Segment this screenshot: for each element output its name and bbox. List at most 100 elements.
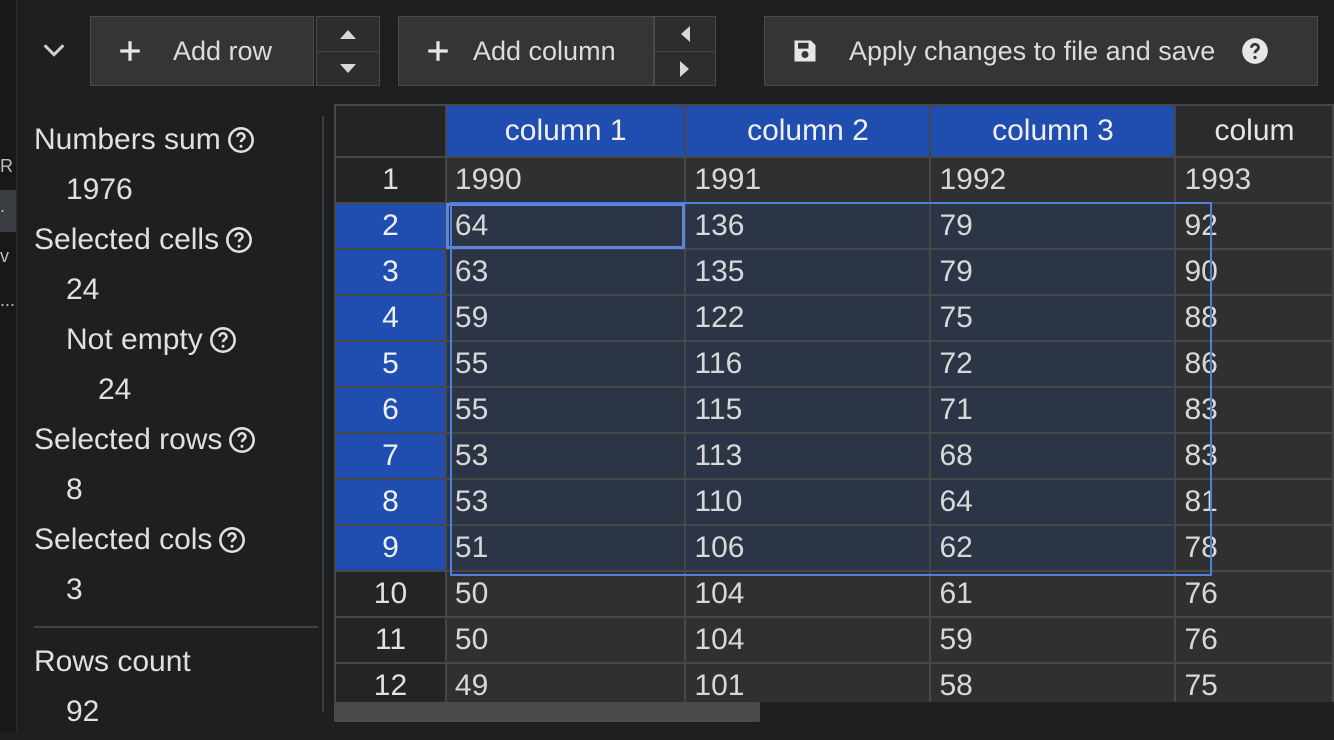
scrollbar-thumb[interactable] (334, 702, 760, 722)
panel-resize-handle[interactable] (322, 116, 324, 712)
table-cell[interactable]: 135 (684, 248, 932, 296)
table-cell[interactable]: 1993 (1174, 156, 1334, 204)
table-cell[interactable]: 58 (929, 662, 1177, 702)
selected-cells-value: 24 (66, 273, 100, 306)
help-icon[interactable] (1241, 37, 1269, 65)
row-header[interactable]: 1 (334, 156, 447, 204)
column-header[interactable]: column 2 (684, 104, 932, 158)
activity-item-label[interactable]: ... (0, 290, 15, 311)
apply-and-save-button[interactable]: Apply changes to file and save (764, 16, 1318, 86)
row-header[interactable]: 6 (334, 386, 447, 434)
table-cell[interactable]: 59 (929, 616, 1177, 664)
table-cell[interactable]: 106 (684, 524, 932, 572)
caret-up-icon (340, 30, 356, 39)
table-cell[interactable]: 101 (684, 662, 932, 702)
table-cell[interactable]: 72 (929, 340, 1177, 388)
help-icon[interactable] (225, 226, 253, 254)
row-header[interactable]: 9 (334, 524, 447, 572)
horizontal-scrollbar[interactable] (334, 702, 1334, 722)
table-cell[interactable]: 61 (929, 570, 1177, 618)
table-cell[interactable]: 88 (1174, 294, 1334, 342)
column-header[interactable]: colum (1174, 104, 1334, 158)
numbers-sum-label-text: Numbers sum (34, 123, 221, 156)
row-header[interactable]: 10 (334, 570, 447, 618)
table-cell[interactable]: 104 (684, 570, 932, 618)
table-cell[interactable]: 86 (1174, 340, 1334, 388)
table-cell[interactable]: 78 (1174, 524, 1334, 572)
table-cell[interactable]: 64 (444, 202, 687, 250)
collapse-toggle-button[interactable] (40, 36, 76, 72)
help-icon[interactable] (227, 126, 255, 154)
table-cell[interactable]: 1990 (444, 156, 687, 204)
table-cell[interactable]: 75 (929, 294, 1177, 342)
table-cell[interactable]: 79 (929, 248, 1177, 296)
row-header[interactable]: 3 (334, 248, 447, 296)
table-cell[interactable]: 50 (444, 616, 687, 664)
table-cell[interactable]: 1992 (929, 156, 1177, 204)
table-cell[interactable]: 68 (929, 432, 1177, 480)
row-header[interactable]: 2 (334, 202, 447, 250)
add-row-button[interactable]: Add row (90, 16, 314, 86)
table-cell[interactable]: 92 (1174, 202, 1334, 250)
table-cell[interactable]: 1991 (684, 156, 932, 204)
column-header[interactable]: column 3 (929, 104, 1177, 158)
table-corner-cell[interactable] (334, 104, 447, 158)
chevron-down-icon (43, 44, 65, 57)
table-cell[interactable]: 63 (444, 248, 687, 296)
add-column-button[interactable]: Add column (398, 16, 654, 86)
table-cell[interactable]: 49 (444, 662, 687, 702)
table-cell[interactable]: 122 (684, 294, 932, 342)
table-cell[interactable]: 81 (1174, 478, 1334, 526)
row-header[interactable]: 11 (334, 616, 447, 664)
table-cell[interactable]: 62 (929, 524, 1177, 572)
row-header[interactable]: 7 (334, 432, 447, 480)
table-cell[interactable]: 83 (1174, 386, 1334, 434)
table-cell[interactable]: 76 (1174, 570, 1334, 618)
table-cell[interactable]: 110 (684, 478, 932, 526)
activity-item-label[interactable]: R (0, 156, 13, 177)
help-icon[interactable] (209, 326, 237, 354)
help-icon[interactable] (228, 426, 256, 454)
help-icon[interactable] (218, 526, 246, 554)
move-row-up-button[interactable] (317, 17, 379, 51)
toolbar: Add row Add column Apply changes to file… (0, 16, 1334, 88)
table-cell[interactable]: 55 (444, 386, 687, 434)
table-row: 5 55 116 72 86 (334, 340, 1334, 388)
row-header[interactable]: 5 (334, 340, 447, 388)
table-cell[interactable]: 113 (684, 432, 932, 480)
table-cell[interactable]: 53 (444, 432, 687, 480)
row-header[interactable]: 4 (334, 294, 447, 342)
table-cell[interactable]: 83 (1174, 432, 1334, 480)
table-cell[interactable]: 55 (444, 340, 687, 388)
move-column-left-button[interactable] (655, 17, 715, 51)
table-cell[interactable]: 115 (684, 386, 932, 434)
caret-left-icon (681, 26, 690, 42)
table-row: 4 59 122 75 88 (334, 294, 1334, 342)
table-row: 9 51 106 62 78 (334, 524, 1334, 572)
table-cell[interactable]: 51 (444, 524, 687, 572)
column-header[interactable]: column 1 (444, 104, 687, 158)
table-cell[interactable]: 79 (929, 202, 1177, 250)
table-cell[interactable]: 64 (929, 478, 1177, 526)
table-cell[interactable]: 136 (684, 202, 932, 250)
table-cell[interactable]: 75 (1174, 662, 1334, 702)
table-cell[interactable]: 76 (1174, 616, 1334, 664)
plus-icon (117, 38, 143, 64)
table-cell[interactable]: 116 (684, 340, 932, 388)
table-cell[interactable]: 59 (444, 294, 687, 342)
move-column-right-button[interactable] (655, 51, 715, 86)
table-cell[interactable]: 71 (929, 386, 1177, 434)
activity-item-label[interactable]: v (0, 246, 9, 267)
caret-right-icon (680, 61, 689, 77)
apply-and-save-label: Apply changes to file and save (849, 35, 1216, 66)
table-cell[interactable]: 90 (1174, 248, 1334, 296)
table-cell[interactable]: 104 (684, 616, 932, 664)
activity-item-label[interactable]: . (0, 196, 5, 217)
table-cell[interactable]: 53 (444, 478, 687, 526)
row-header[interactable]: 8 (334, 478, 447, 526)
numbers-sum-value: 1976 (66, 173, 133, 206)
row-header[interactable]: 12 (334, 662, 447, 702)
table-row: 1 1990 1991 1992 1993 (334, 156, 1334, 204)
table-cell[interactable]: 50 (444, 570, 687, 618)
move-row-down-button[interactable] (317, 51, 379, 86)
